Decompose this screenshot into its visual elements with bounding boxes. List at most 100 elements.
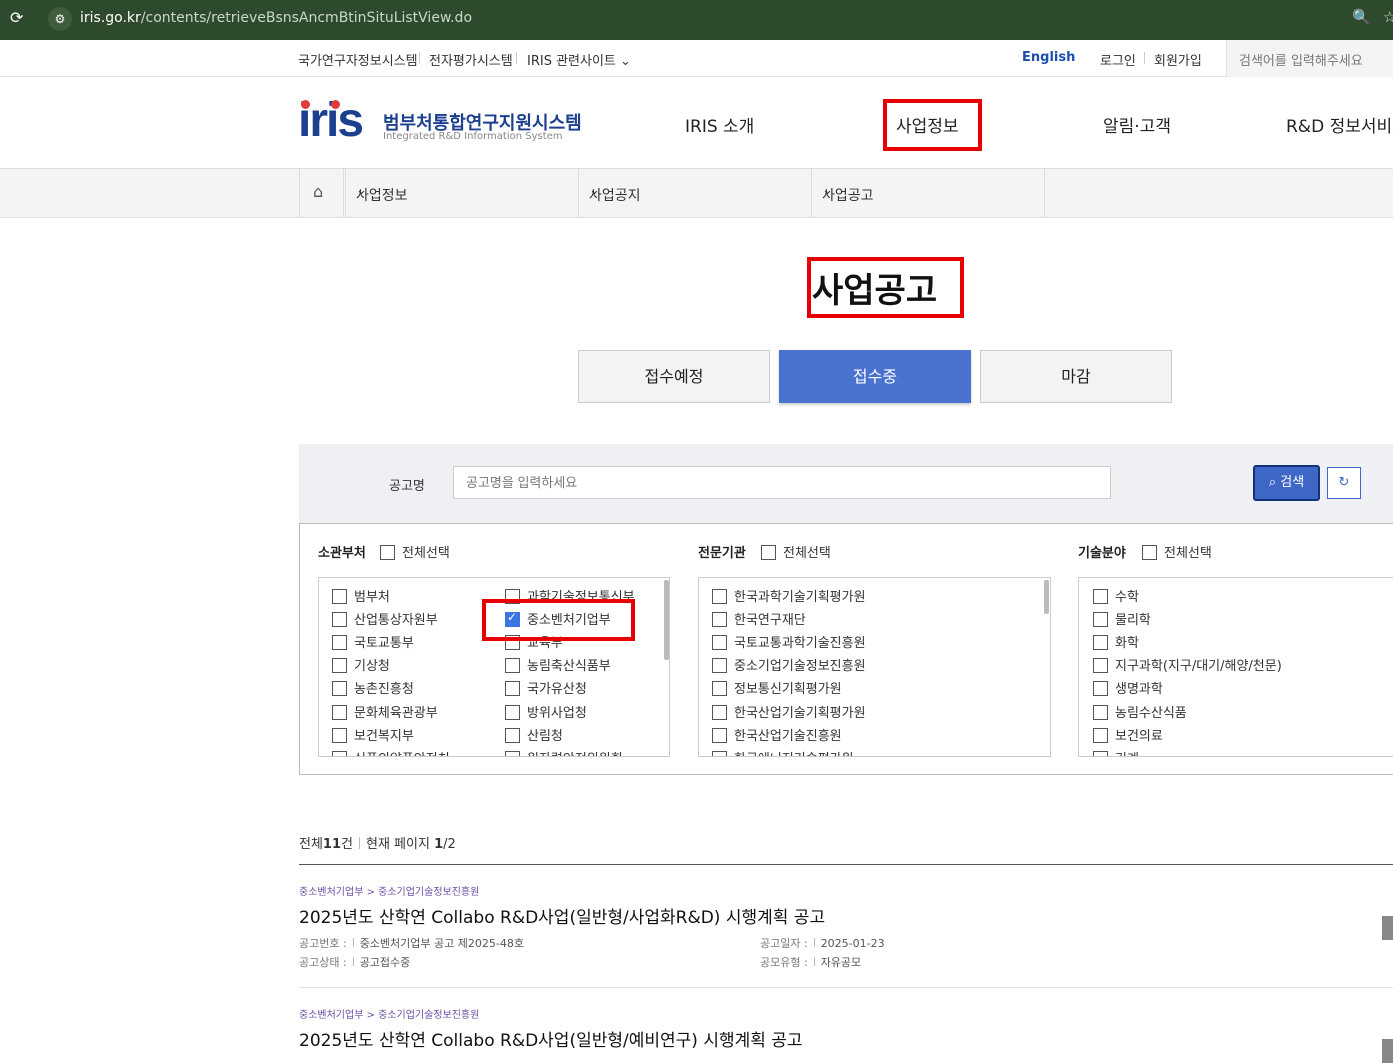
- result-title[interactable]: 2025년도 산학연 Collabo R&D사업(일반형/예비연구) 시행계획 …: [299, 1026, 803, 1051]
- checkbox[interactable]: [332, 704, 347, 720]
- filter-option[interactable]: 방위사업청: [505, 702, 587, 721]
- checkbox[interactable]: [505, 681, 520, 697]
- tech-select-all[interactable]: 전체선택: [1142, 542, 1212, 561]
- filter-option[interactable]: 보건의료: [1093, 725, 1163, 744]
- checkbox[interactable]: [332, 658, 347, 674]
- filter-option[interactable]: 한국산업기술기획평가원: [712, 702, 866, 721]
- tab-upcoming[interactable]: 접수예정: [578, 350, 770, 403]
- address-bar[interactable]: iris.go.kr/contents/retrieveBsnsAncmBtin…: [80, 10, 472, 26]
- subnav-business-announcement[interactable]: 사업공고 ⌄: [811, 169, 1045, 217]
- checkbox[interactable]: [505, 658, 520, 674]
- bookmark-star-icon[interactable]: ☆: [1383, 8, 1393, 26]
- checkbox[interactable]: [1093, 727, 1108, 743]
- agency-list[interactable]: 한국과학기술기획평가원한국연구재단국토교통과학기술진흥원중소기업기술정보진흥원정…: [698, 577, 1051, 757]
- subnav-business-info[interactable]: 사업정보 ⌄: [345, 169, 578, 217]
- filter-option[interactable]: 화학: [1093, 632, 1139, 651]
- search-button[interactable]: ⌕ 검색: [1253, 465, 1320, 501]
- checkbox[interactable]: [505, 727, 520, 743]
- site-settings-icon[interactable]: ⚙: [48, 7, 72, 31]
- checkbox[interactable]: [712, 704, 727, 720]
- checkbox[interactable]: [332, 635, 347, 651]
- global-search-input[interactable]: 검색어를 입력해주세요: [1226, 40, 1393, 77]
- filter-option[interactable]: 농림수산식품: [1093, 702, 1187, 721]
- reset-button[interactable]: ↻: [1327, 467, 1361, 499]
- checkbox[interactable]: [712, 750, 727, 756]
- filter-option[interactable]: 농촌진흥청: [332, 678, 414, 697]
- zoom-icon[interactable]: 🔍: [1352, 8, 1371, 26]
- checkbox[interactable]: [332, 750, 347, 756]
- checkbox[interactable]: [712, 658, 727, 674]
- filter-option[interactable]: 국가유산청: [505, 678, 587, 697]
- checkbox[interactable]: [1093, 704, 1108, 720]
- filter-option[interactable]: 보건복지부: [332, 725, 414, 744]
- subnav-business-notice[interactable]: 사업공지 ⌄: [578, 169, 811, 217]
- gnb-rnd-info[interactable]: R&D 정보서비스: [1286, 112, 1393, 137]
- checkbox[interactable]: [1093, 589, 1108, 604]
- side-handle[interactable]: [1382, 916, 1393, 940]
- checkbox[interactable]: [332, 681, 347, 697]
- filter-option[interactable]: 산업통상자원부: [332, 609, 438, 628]
- checkbox[interactable]: [1093, 658, 1108, 674]
- search-area: 공고명 ⌕ 검색 ↻: [299, 444, 1393, 523]
- ministry-select-all[interactable]: 전체선택: [380, 542, 450, 561]
- scrollbar[interactable]: [664, 580, 669, 660]
- checkbox[interactable]: [1093, 750, 1108, 756]
- util-link-evaluation[interactable]: 전자평가시스템: [429, 50, 513, 69]
- checkbox[interactable]: [712, 612, 727, 628]
- filter-option[interactable]: 중소기업기술정보진흥원: [712, 655, 866, 674]
- announcement-search-input[interactable]: [453, 466, 1111, 499]
- filter-option[interactable]: 한국산업기술진흥원: [712, 725, 842, 744]
- checkbox[interactable]: [712, 635, 727, 651]
- checkbox[interactable]: [380, 545, 395, 560]
- filter-option[interactable]: 지구과학(지구/대기/해양/천문): [1093, 655, 1282, 674]
- filter-option[interactable]: 생명과학: [1093, 678, 1163, 697]
- filter-option[interactable]: 기계: [1093, 748, 1139, 756]
- tab-closed[interactable]: 마감: [980, 350, 1172, 403]
- filter-option[interactable]: 물리학: [1093, 609, 1151, 628]
- checkbox[interactable]: [1093, 635, 1108, 651]
- checkbox[interactable]: [332, 589, 347, 604]
- side-handle[interactable]: [1382, 1039, 1393, 1063]
- util-link-researcher[interactable]: 국가연구자정보시스템: [298, 50, 418, 69]
- filter-option[interactable]: 기상청: [332, 655, 390, 674]
- checkbox[interactable]: [761, 545, 776, 560]
- tab-open[interactable]: 접수중: [779, 350, 971, 403]
- checkbox[interactable]: [712, 681, 727, 697]
- checkbox[interactable]: [505, 750, 520, 756]
- filter-option[interactable]: 한국에너지기술평가원: [712, 748, 854, 756]
- filter-option-label: 방위사업청: [527, 705, 587, 721]
- english-link[interactable]: English: [1022, 50, 1075, 65]
- login-link[interactable]: 로그인: [1100, 50, 1136, 69]
- gnb-iris-intro[interactable]: IRIS 소개: [685, 112, 754, 137]
- home-button[interactable]: ⌂: [299, 169, 344, 217]
- reload-icon[interactable]: ⟳: [10, 8, 23, 27]
- checkbox[interactable]: [712, 727, 727, 743]
- filter-option[interactable]: 범부처: [332, 586, 390, 605]
- filter-option[interactable]: 국토교통과학기술진흥원: [712, 632, 866, 651]
- filter-option[interactable]: 한국연구재단: [712, 609, 806, 628]
- filter-option[interactable]: 국토교통부: [332, 632, 414, 651]
- filter-option[interactable]: 수학: [1093, 586, 1139, 605]
- scrollbar[interactable]: [1044, 580, 1049, 614]
- checkbox[interactable]: [332, 727, 347, 743]
- refresh-icon: ↻: [1338, 475, 1350, 490]
- checkbox[interactable]: [1093, 612, 1108, 628]
- gnb-notice-customer[interactable]: 알림·고객: [1103, 112, 1171, 137]
- checkbox[interactable]: [712, 589, 727, 604]
- filter-option[interactable]: 한국과학기술기획평가원: [712, 586, 866, 605]
- checkbox[interactable]: [1093, 681, 1108, 697]
- filter-option[interactable]: 산림청: [505, 725, 563, 744]
- tech-list[interactable]: 수학물리학화학지구과학(지구/대기/해양/천문) 생명과학농림수산식품보건의료기계: [1078, 577, 1393, 757]
- agency-select-all[interactable]: 전체선택: [761, 542, 831, 561]
- filter-option[interactable]: 문화체육관광부: [332, 702, 438, 721]
- join-link[interactable]: 회원가입: [1154, 50, 1202, 69]
- checkbox[interactable]: [1142, 545, 1157, 560]
- checkbox[interactable]: [505, 704, 520, 720]
- checkbox[interactable]: [332, 612, 347, 628]
- util-link-related-sites[interactable]: IRIS 관련사이트 ⌄: [527, 50, 631, 69]
- filter-option[interactable]: 정보통신기획평가원: [712, 678, 842, 697]
- filter-option[interactable]: 원자력안전위원회: [505, 748, 623, 756]
- result-title[interactable]: 2025년도 산학연 Collabo R&D사업(일반형/사업화R&D) 시행계…: [299, 903, 825, 928]
- filter-option[interactable]: 식품의약품안전처: [332, 748, 450, 756]
- filter-option[interactable]: 농림축산식품부: [505, 655, 611, 674]
